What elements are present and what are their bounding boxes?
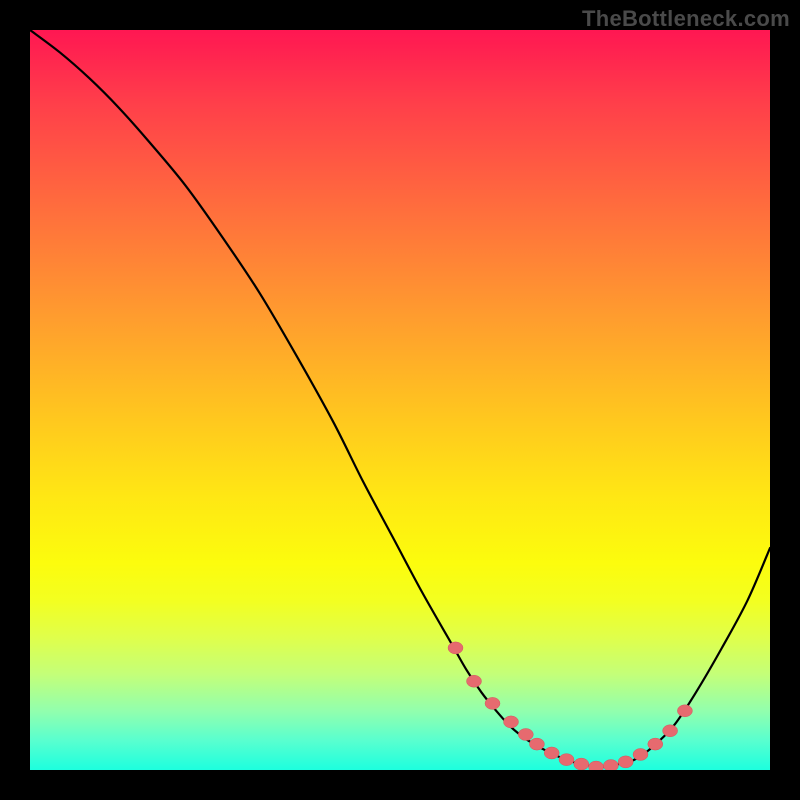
marker-point <box>589 761 604 770</box>
marker-point <box>648 738 663 750</box>
bottleneck-curve <box>30 30 770 767</box>
marker-point <box>677 705 692 717</box>
watermark-text: TheBottleneck.com <box>582 6 790 32</box>
marker-point <box>559 754 574 766</box>
marker-point <box>633 748 648 760</box>
marker-point <box>544 747 559 759</box>
marker-point <box>618 756 633 768</box>
marker-point <box>448 642 463 654</box>
marker-point <box>529 738 544 750</box>
chart-svg <box>30 30 770 770</box>
marker-point <box>518 728 533 740</box>
marker-point <box>467 675 482 687</box>
marker-point <box>663 725 678 737</box>
marker-point <box>574 758 589 770</box>
marker-point <box>603 760 618 770</box>
marker-point <box>485 697 500 709</box>
chart-frame: TheBottleneck.com <box>0 0 800 800</box>
curve-markers <box>448 642 692 770</box>
marker-point <box>504 716 519 728</box>
